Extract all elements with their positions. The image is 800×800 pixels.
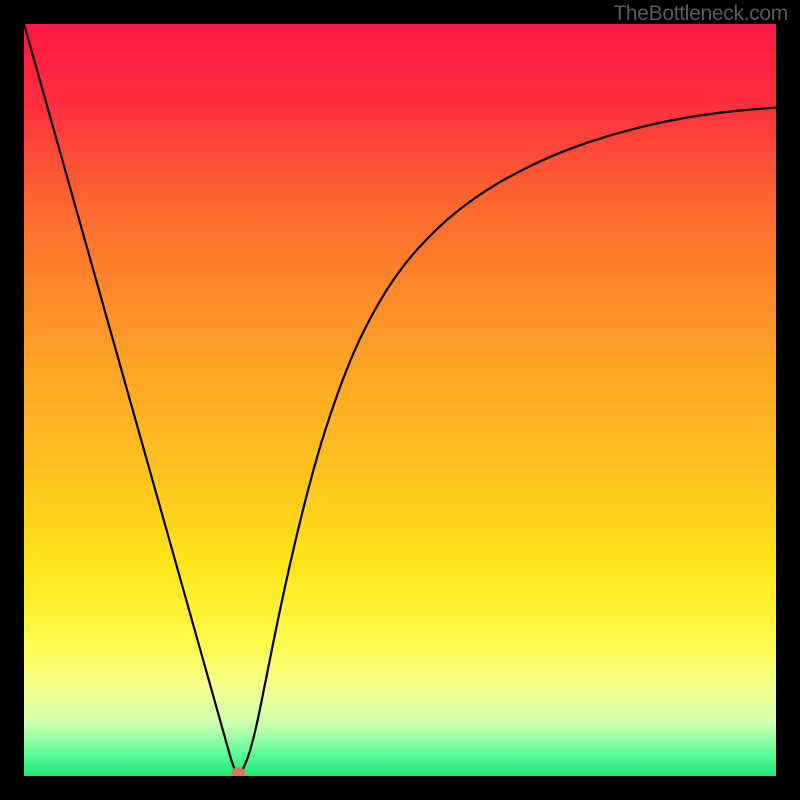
chart-background: [24, 24, 776, 776]
watermark-text: TheBottleneck.com: [613, 2, 788, 26]
bottleneck-chart: [24, 24, 776, 776]
chart-plot-area: [24, 24, 776, 776]
